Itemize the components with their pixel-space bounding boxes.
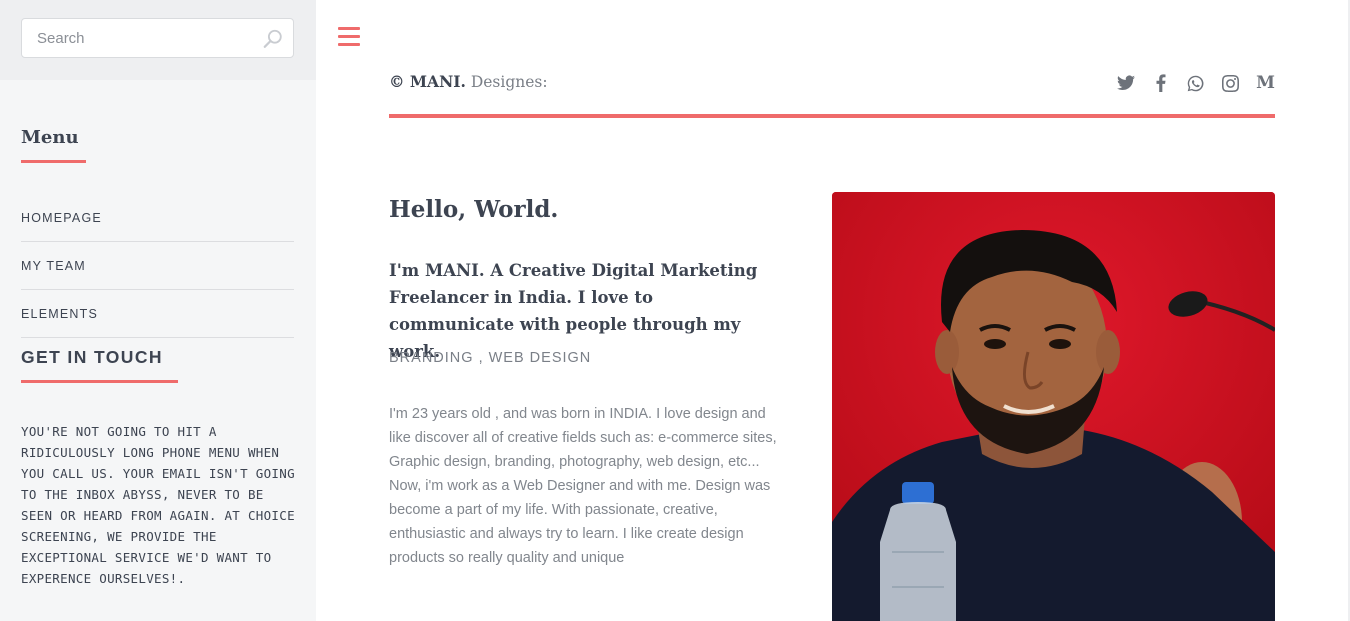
sidebar-item-elements[interactable]: ELEMENTS xyxy=(21,290,294,338)
hamburger-menu-icon[interactable] xyxy=(338,27,360,46)
brand[interactable]: © MANI. Designes: xyxy=(389,72,548,91)
search-area xyxy=(0,0,316,80)
menu-underline xyxy=(21,160,86,163)
header-divider xyxy=(389,114,1275,118)
instagram-icon[interactable] xyxy=(1221,72,1240,94)
sidebar: Menu HOMEPAGE MY TEAM ELEMENTS GET IN TO… xyxy=(0,0,316,621)
social-links: M xyxy=(1116,72,1275,94)
tags: BRANDING , WEB DESIGN xyxy=(389,350,592,366)
whatsapp-icon[interactable] xyxy=(1186,72,1205,94)
intro-text: I'm MANI. A Creative Digital Marketing F… xyxy=(389,261,758,361)
brand-suffix: Designes: xyxy=(465,73,548,91)
sidebar-item-homepage[interactable]: HOMEPAGE xyxy=(21,194,294,242)
get-in-touch-text: YOU'RE NOT GOING TO HIT A RIDICULOUSLY L… xyxy=(21,424,295,586)
search-icon[interactable] xyxy=(262,28,284,50)
profile-photo xyxy=(832,192,1275,621)
twitter-icon[interactable] xyxy=(1116,72,1135,94)
search-box[interactable] xyxy=(21,18,294,58)
sidebar-nav: HOMEPAGE MY TEAM ELEMENTS xyxy=(21,194,294,338)
get-in-touch-underline xyxy=(21,380,178,383)
greeting-heading: Hello, World. xyxy=(389,196,559,223)
bio-text: I'm 23 years old , and was born in INDIA… xyxy=(389,406,777,566)
facebook-icon[interactable] xyxy=(1151,72,1170,94)
search-input[interactable] xyxy=(22,19,252,57)
menu-title: Menu xyxy=(21,127,79,148)
brand-copyright: © MANI. xyxy=(389,72,466,91)
medium-icon[interactable]: M xyxy=(1256,72,1275,94)
get-in-touch-title: GET IN TOUCH xyxy=(21,347,163,367)
sidebar-item-my-team[interactable]: MY TEAM xyxy=(21,242,294,290)
